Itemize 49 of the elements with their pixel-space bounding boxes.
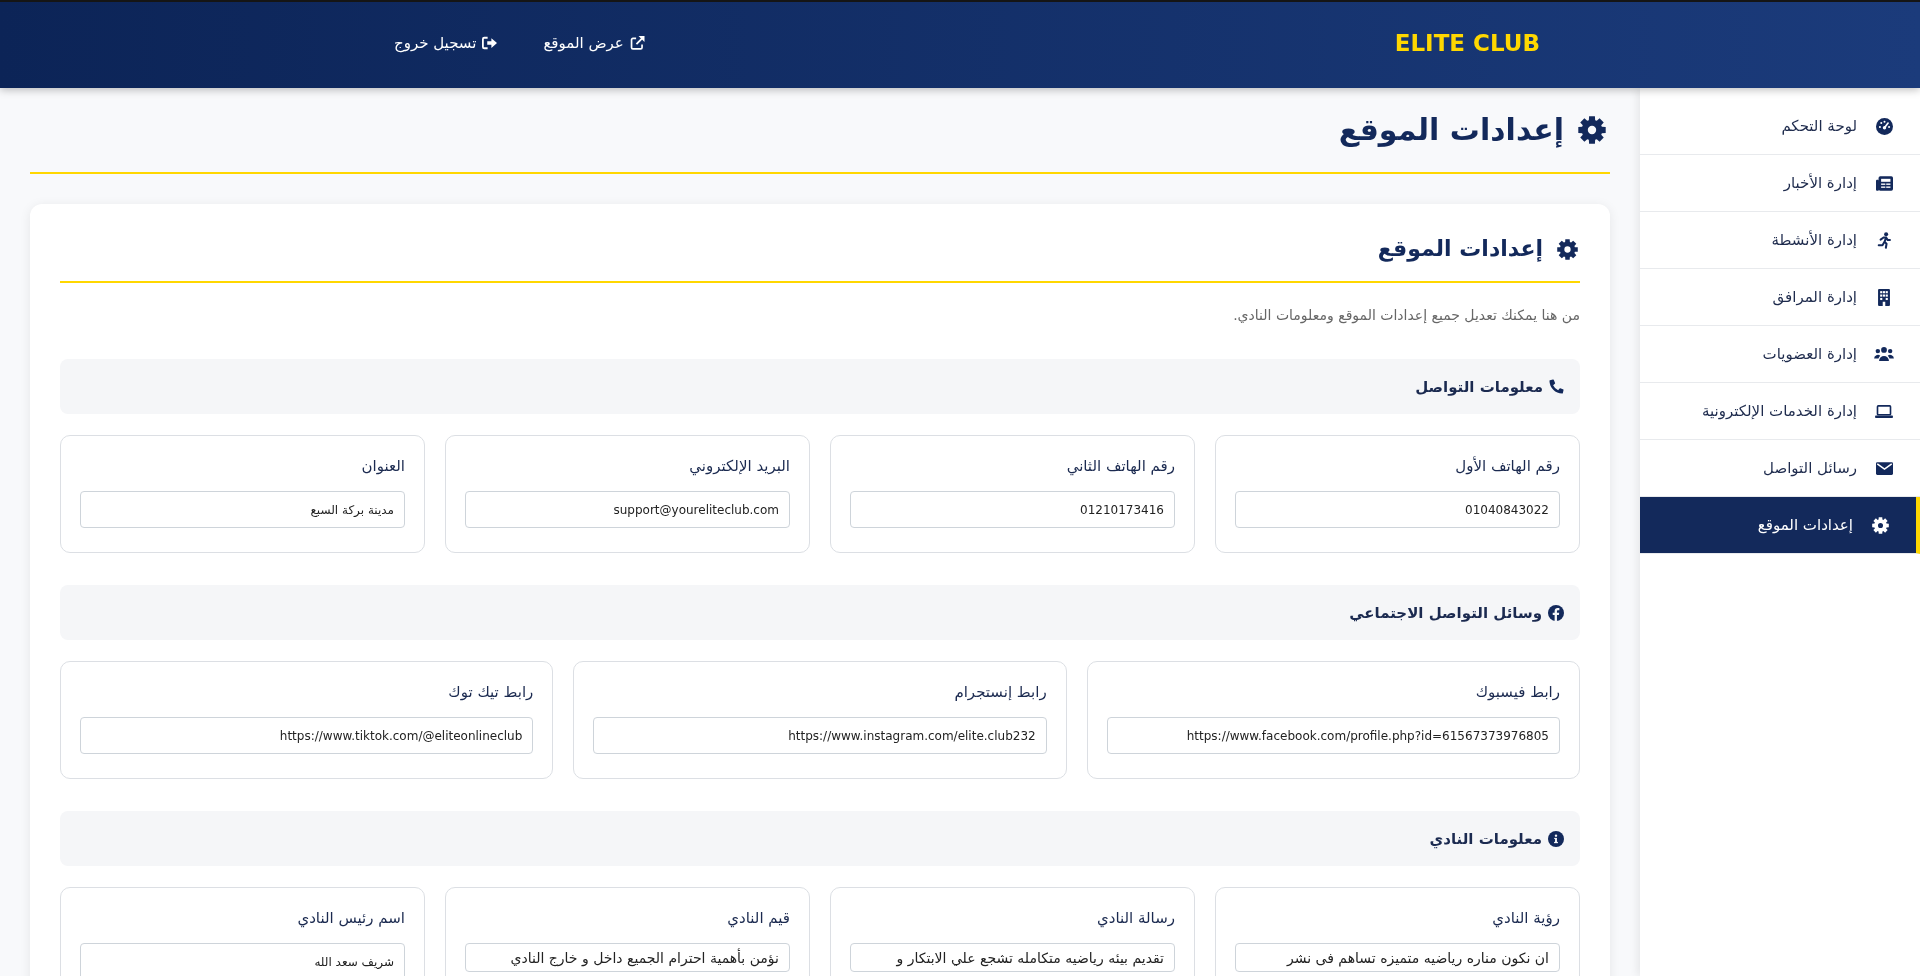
running-person-icon xyxy=(1877,231,1891,249)
gauge-icon xyxy=(1875,117,1893,135)
header-link[interactable]: عرض الموقع xyxy=(543,34,645,52)
header-link[interactable]: تسجيل خروج xyxy=(394,34,498,52)
logout-icon xyxy=(482,36,498,50)
input-field[interactable]: مدينة بركة السبع xyxy=(80,491,405,528)
field-label: قيم النادي xyxy=(726,908,790,929)
card-description: من هنا يمكنك تعديل جميع إعدادات الموقع ومعلومات النادي. xyxy=(1232,306,1580,325)
gear-icon xyxy=(1557,238,1578,260)
input-field[interactable]: https://www.facebook.com/profile.php?id=61567373976805 xyxy=(1106,717,1560,754)
users-icon xyxy=(1874,347,1894,361)
field-label: البريد الإلكتروني xyxy=(688,456,790,477)
input-field[interactable]: شريف سعد الله xyxy=(80,943,405,976)
field-label: رقم الهاتف الثاني xyxy=(1065,456,1175,477)
field-label: رسالة النادي xyxy=(1095,908,1175,929)
newspaper-icon xyxy=(1875,175,1893,191)
sidebar-item[interactable]: إدارة الأخبار xyxy=(1640,155,1920,212)
text-area[interactable]: تقديم بيئه رياضيه متكامله تشجع علي الابتكار و xyxy=(850,943,1175,972)
section-title: وسائل التواصل الاجتماعي xyxy=(1349,603,1542,622)
input-field[interactable]: support@youreliteclub.com xyxy=(465,491,790,528)
input-field[interactable]: 01210173416 xyxy=(850,491,1175,528)
input-field[interactable]: https://www.tiktok.com/@eliteonlineclub xyxy=(80,717,534,754)
section-title: معلومات التواصل xyxy=(1415,377,1543,396)
phone-icon xyxy=(1549,379,1564,394)
section-title: معلومات النادي xyxy=(1429,829,1542,848)
card-title: إعدادات الموقع xyxy=(1377,235,1543,264)
field-label: رابط تيك توك xyxy=(447,682,534,703)
laptop-icon xyxy=(1875,404,1893,418)
brand-name[interactable]: ELITE CLUB xyxy=(1394,30,1540,56)
text-area[interactable]: نؤمن بأهمية احترام الجميع داخل و خارج النادي xyxy=(465,943,790,972)
external-link-icon xyxy=(629,36,645,50)
input-field[interactable]: https://www.instagram.com/elite.club232 xyxy=(593,717,1047,754)
sidebar-item[interactable]: لوحة التحكم xyxy=(1640,98,1920,155)
page-title: إعدادات الموقع xyxy=(1338,111,1564,150)
sidebar-item[interactable]: إعدادات الموقع xyxy=(1640,497,1920,554)
field-label: رقم الهاتف الأول xyxy=(1454,455,1560,477)
building-icon xyxy=(1878,288,1890,306)
input-field[interactable]: 01040843022 xyxy=(1235,491,1560,528)
field-label: اسم رئيس النادي xyxy=(296,908,405,929)
gear-icon xyxy=(1578,116,1606,144)
field-label: رابط فيسبوك xyxy=(1474,682,1560,703)
gear-icon xyxy=(1871,516,1889,534)
text-area[interactable]: ان نكون مناره رياضيه متميزه تساهم فى نشر xyxy=(1235,943,1560,972)
envelope-icon xyxy=(1875,461,1893,475)
facebook-icon xyxy=(1548,604,1564,621)
field-label: العنوان xyxy=(360,456,405,477)
info-icon xyxy=(1548,830,1564,847)
field-label: رؤية النادي xyxy=(1491,908,1560,929)
field-label: رابط إنستجرام xyxy=(953,682,1047,703)
